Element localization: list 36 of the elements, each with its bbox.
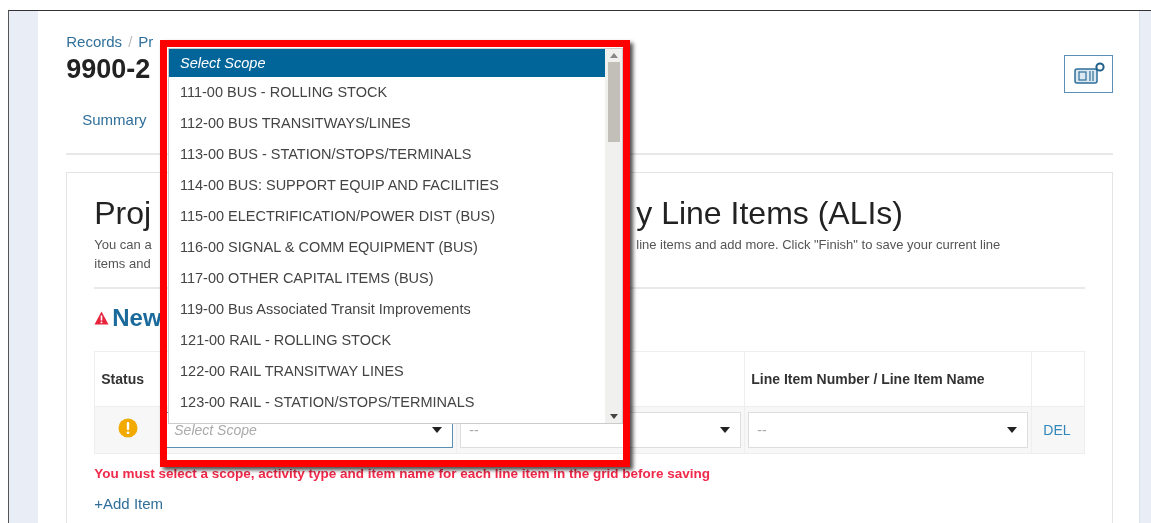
- scroll-down-icon[interactable]: [609, 414, 618, 419]
- caret-icon: [432, 427, 443, 433]
- breadcrumb-link[interactable]: Records: [66, 33, 123, 50]
- dropdown-option[interactable]: 114-00 BUS: SUPPORT EQUIP AND FACILITIES: [169, 170, 605, 201]
- camera-icon: [1071, 61, 1106, 87]
- add-item-link[interactable]: +Add Item: [94, 495, 164, 512]
- section-heading: Proj: [94, 194, 152, 233]
- dropdown-option[interactable]: 116-00 SIGNAL & COMM EQUIPMENT (BUS): [169, 232, 605, 263]
- scrollbar-thumb[interactable]: [607, 62, 620, 142]
- description-text: You can a: [94, 236, 152, 254]
- breadcrumb-separator: /: [128, 33, 133, 50]
- dropdown-option[interactable]: 112-00 BUS TRANSITWAYS/LINES: [169, 108, 605, 139]
- breadcrumb-link[interactable]: Pr: [138, 33, 154, 50]
- column-header: Status: [94, 351, 162, 407]
- section-heading: New: [112, 304, 162, 332]
- caret-icon: [720, 427, 731, 433]
- scroll-up-icon[interactable]: [609, 53, 618, 58]
- caret-icon: [1007, 427, 1018, 433]
- dropdown-option[interactable]: 119-00 Bus Associated Transit Improvements: [169, 294, 605, 325]
- dropdown-option[interactable]: 121-00 RAIL - ROLLING STOCK: [169, 325, 605, 356]
- dropdown-option[interactable]: 117-00 OTHER CAPITAL ITEMS (BUS): [169, 263, 605, 294]
- dropdown-option[interactable]: 122-00 RAIL TRANSITWAY LINES: [169, 356, 605, 387]
- section-heading: y Line Items (ALIs): [636, 194, 903, 233]
- description-text: items and: [94, 256, 151, 271]
- column-header: Line Item Number / Line Item Name: [744, 351, 1032, 407]
- tab[interactable]: Summary: [82, 111, 147, 128]
- camera-button[interactable]: [1064, 55, 1114, 93]
- dropdown-option[interactable]: 113-00 BUS - STATION/STOPS/TERMINALS: [169, 139, 605, 170]
- error-message: You must select a scope, activity type and item name for each line item in the grid before saving: [94, 466, 711, 481]
- record-title: 9900-2: [66, 54, 152, 85]
- description-text: line items and add more. Click "Finish" to save your current line: [636, 236, 1001, 254]
- dropdown-option[interactable]: Select Scope: [169, 49, 605, 77]
- dropdown-option[interactable]: 115-00 ELECTRIFICATION/POWER DIST (BUS): [169, 201, 605, 232]
- dropdown-option[interactable]: 111-00 BUS - ROLLING STOCK: [169, 77, 605, 108]
- scrollbar[interactable]: [605, 49, 622, 423]
- warning-icon: [94, 311, 110, 325]
